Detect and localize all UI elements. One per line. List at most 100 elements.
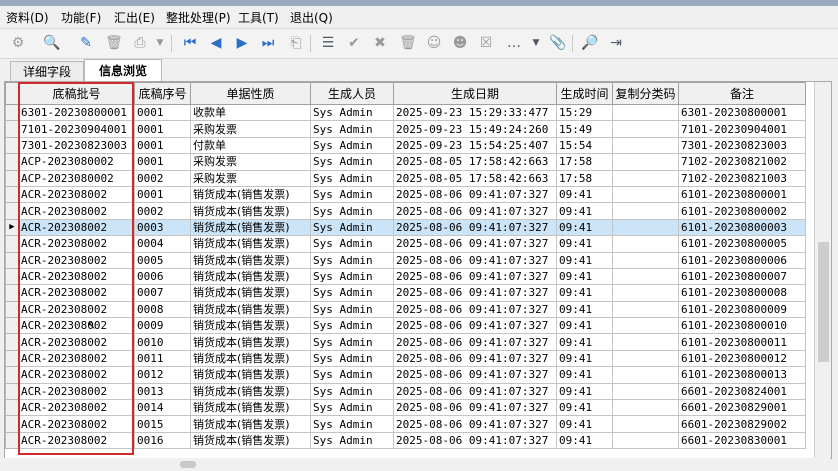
tab-info-browse[interactable]: 信息浏览 [84,59,162,82]
vertical-scrollbar[interactable] [814,82,831,458]
table-cell[interactable]: 销货成本(销售发票) [190,415,311,433]
table-cell[interactable] [612,169,679,187]
table-row[interactable]: ACR-202308002 0016 销货成本(销售发票) Sys Admin 2025… [5,431,806,450]
table-cell[interactable]: 0005 [134,251,191,269]
table-cell[interactable]: ACR-202308002 [18,349,135,368]
table-cell[interactable]: 2025-08-06 09:41:07:327 [393,382,557,401]
menu-exit[interactable]: 退出(Q) [290,9,333,26]
table-cell[interactable]: 0014 [134,399,191,417]
table-cell[interactable]: 2025-08-05 17:58:42:663 [393,153,557,171]
table-cell[interactable]: 0004 [134,235,191,253]
table-row[interactable]: ACP-2023080002 0001 采购发票 Sys Admin 2025-08-0… [5,153,806,171]
table-cell[interactable]: Sys Admin [310,284,394,302]
table-cell[interactable] [612,317,679,335]
table-cell[interactable]: 0012 [134,366,191,384]
table-cell[interactable]: 0016 [134,431,191,450]
table-cell[interactable] [612,235,679,253]
table-cell[interactable]: 09:41 [556,399,613,417]
table-cell[interactable]: 09:41 [556,431,613,450]
table-cell[interactable]: 6101-20230800003 [678,218,806,237]
col-header-doc-type[interactable]: 单据性质 [190,82,311,105]
table-cell[interactable]: 0009 [134,317,191,335]
table-row[interactable]: 7101-20230904001 0001 采购发票 Sys Admin 2025-09… [5,120,806,138]
table-cell[interactable]: 采购发票 [190,169,311,187]
menu-export[interactable]: 汇出(E) [114,9,155,26]
table-cell[interactable]: 销货成本(销售发票) [190,349,311,368]
table-cell[interactable]: 09:41 [556,333,613,351]
table-cell[interactable]: 销货成本(销售发票) [190,382,311,401]
table-cell[interactable]: 6101-20230800012 [678,349,806,368]
table-row[interactable]: ACR-202308002 0006 销货成本(销售发票) Sys Admin 2025… [5,267,806,286]
table-cell[interactable]: 6601-20230829002 [678,415,806,433]
table-cell[interactable]: 销货成本(销售发票) [190,185,311,204]
next-record-icon[interactable]: ▶ [232,33,252,53]
table-cell[interactable]: 6301-20230800001 [18,103,135,122]
table-cell[interactable]: Sys Admin [310,382,394,401]
reject-icon[interactable]: ✖ [370,33,390,53]
export-icon[interactable]: ⇥ [606,33,626,53]
table-cell[interactable]: 0011 [134,349,191,368]
table-cell[interactable]: 09:41 [556,284,613,302]
menu-batch[interactable]: 整批处理(P) [166,9,231,26]
table-cell[interactable]: 15:29 [556,103,613,122]
table-cell[interactable] [612,399,679,417]
table-row[interactable]: ACR-202308002 0010 销货成本(销售发票) Sys Admin 2025… [5,333,806,351]
trash-icon[interactable]: 🗑 [398,33,418,53]
table-cell[interactable]: Sys Admin [310,251,394,269]
table-cell[interactable]: ACR-202308002 [18,317,135,335]
table-cell[interactable]: 15:54 [556,136,613,155]
table-cell[interactable]: 6301-20230800001 [678,103,806,122]
table-cell[interactable]: 2025-08-06 09:41:07:327 [393,415,557,433]
table-cell[interactable] [612,267,679,286]
table-cell[interactable]: Sys Admin [310,317,394,335]
data-grid[interactable]: 底稿批号 底稿序号 单据性质 生成人员 生成日期 生成时间 复制分类码 备注 6… [4,81,832,459]
table-row[interactable]: ACR-202308002 0014 销货成本(销售发票) Sys Admin 2025… [5,399,806,417]
table-cell[interactable]: ACR-202308002 [18,366,135,384]
table-cell[interactable]: ACR-202308002 [18,235,135,253]
document-icon[interactable]: ☰ [318,33,338,53]
table-cell[interactable] [612,136,679,155]
table-cell[interactable]: 6101-20230800005 [678,235,806,253]
table-row[interactable]: ACR-202308002 0004 销货成本(销售发票) Sys Admin 2025… [5,235,806,253]
table-cell[interactable]: 0001 [134,153,191,171]
table-cell[interactable]: 0001 [134,103,191,122]
table-cell[interactable]: 0002 [134,202,191,220]
table-cell[interactable]: Sys Admin [310,366,394,384]
table-cell[interactable]: ACR-202308002 [18,431,135,450]
table-cell[interactable]: 7102-20230821003 [678,169,806,187]
menu-data[interactable]: 资料(D) [6,9,49,26]
table-cell[interactable]: Sys Admin [310,103,394,122]
table-cell[interactable] [612,431,679,450]
table-cell[interactable]: 09:41 [556,415,613,433]
table-cell[interactable]: 2025-08-06 09:41:07:327 [393,251,557,269]
table-cell[interactable]: 0010 [134,333,191,351]
prev-record-icon[interactable]: ◀ [206,33,226,53]
table-cell[interactable]: 销货成本(销售发票) [190,399,311,417]
table-cell[interactable]: 销货成本(销售发票) [190,267,311,286]
table-cell[interactable] [612,415,679,433]
table-cell[interactable]: 7301-20230823003 [18,136,135,155]
table-cell[interactable]: ACR-202308002 [18,185,135,204]
table-cell[interactable]: 6601-20230830001 [678,431,806,450]
table-cell[interactable]: Sys Admin [310,415,394,433]
table-cell[interactable]: Sys Admin [310,136,394,155]
horizontal-scroll-thumb[interactable] [180,461,196,468]
table-cell[interactable]: ACR-202308002 [18,218,135,237]
table-row[interactable]: 6301-20230800001 0001 收款单 Sys Admin 2025-09-… [5,103,806,122]
settings-doc-icon[interactable]: ⚙ [8,33,28,53]
table-cell[interactable]: 2025-08-05 17:58:42:663 [393,169,557,187]
table-row[interactable]: ACR-202308002 0008 销货成本(销售发票) Sys Admin 2025… [5,300,806,319]
table-cell[interactable]: Sys Admin [310,120,394,138]
table-cell[interactable] [612,202,679,220]
table-cell[interactable]: 09:41 [556,267,613,286]
table-cell[interactable] [612,218,679,237]
table-cell[interactable]: 2025-08-06 09:41:07:327 [393,235,557,253]
col-header-create-time[interactable]: 生成时间 [556,82,613,105]
table-cell[interactable]: Sys Admin [310,235,394,253]
table-cell[interactable]: 2025-08-06 09:41:07:327 [393,185,557,204]
table-cell[interactable]: Sys Admin [310,202,394,220]
table-cell[interactable]: 2025-08-06 09:41:07:327 [393,349,557,368]
table-cell[interactable]: 6101-20230800008 [678,284,806,302]
table-cell[interactable] [612,185,679,204]
table-cell[interactable]: Sys Admin [310,431,394,450]
